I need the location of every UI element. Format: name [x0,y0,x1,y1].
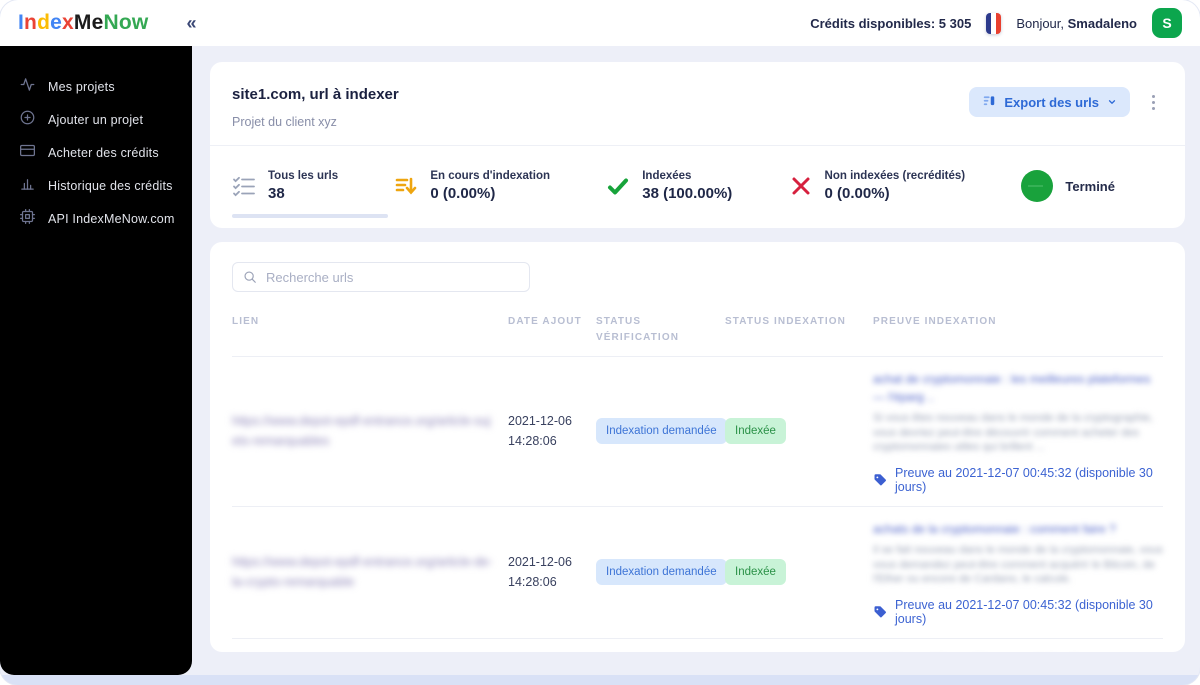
column-header-lien: Lien [232,316,260,327]
preuve-indexation-cell: achats de la cryptomonnaie : comment fai… [873,507,1163,638]
status-circle-icon [1021,170,1054,202]
table-row: https://www.depot-epdf-entrance.org/arti… [232,639,1163,652]
project-summary-card: site1.com, url à indexer Projet du clien… [210,62,1185,228]
logo-letter: N [103,11,119,34]
logo-letter: e [50,11,62,34]
checklist-icon [232,174,256,198]
plus-circle-icon [20,110,35,130]
topbar: IndexMeNow « Crédits disponibles: 5 305 … [0,0,1200,46]
french-flag-icon[interactable] [986,12,1002,34]
proof-excerpt-redacted: Il se fait nouveau dans le monde de la c… [873,543,1163,586]
search-box [232,262,530,292]
main-content: site1.com, url à indexer Projet du clien… [210,46,1185,685]
logo-letter: e [91,11,104,34]
status-indexation-badge: Indexée [725,559,786,586]
export-urls-button[interactable]: Export des urls [969,87,1130,117]
sidebar-item-label: API IndexMeNow.com [48,211,175,226]
status-indexation-badge: Indexée [725,418,786,445]
chevron-down-icon [1108,100,1116,104]
column-header-status-indexation: Status indexation [725,316,846,327]
logo-letter: n [24,11,38,34]
proof-link-label: Preuve au 2021-12-07 00:45:32 (disponibl… [895,465,1153,494]
activity-icon [20,77,35,97]
logo-letter: M [73,11,92,34]
preuve-indexation-cell: quelles sont les meilleures centrales du… [873,639,1163,652]
logo-letter: w [131,11,149,34]
check-icon [606,174,630,198]
user-avatar[interactable]: S [1152,8,1182,38]
table-row: https://www.depot-epdf-entrance.org/arti… [232,357,1163,507]
stat-label: Non indexées (recrédités) [824,170,966,182]
stat-tous-les-urls: Tous les urls 38 [232,170,388,218]
preuve-indexation-cell: achat de cryptomonnaie : les meilleures … [873,357,1163,506]
status-verification-badge: Indexation demandée [596,559,727,586]
search-input[interactable] [266,269,519,285]
stat-termine: Terminé [1021,170,1115,202]
stat-value: 0 (0.00%) [824,185,890,202]
app-window: IndexMeNow « Crédits disponibles: 5 305 … [0,0,1200,685]
sidebar-item-mes-projets[interactable]: Mes projets [0,70,192,103]
sidebar-item-label: Mes projets [48,79,115,94]
url-link-redacted[interactable]: https://www.depot-epdf-entrance.org/arti… [232,552,494,593]
stat-label: Tous les urls [268,170,339,182]
date-ajout-cell: 2021-12-06 14:28:06 [508,414,572,449]
column-header-date-ajout: Date ajout [508,316,582,327]
status-verification-badge: Indexation demandée [596,418,727,445]
user-greeting: Bonjour, Smadaleno [1016,15,1137,31]
cross-icon [789,174,813,198]
proof-link[interactable]: Preuve au 2021-12-07 00:45:32 (disponibl… [873,598,1163,626]
sidebar-item-api[interactable]: API IndexMeNow.com [0,202,192,235]
stat-en-cours-indexation: En cours d'indexation 0 (0.00%) [394,170,550,202]
logo-letter: x [62,11,74,34]
tag-icon [874,606,887,618]
sidebar-item-label: Historique des crédits [48,178,173,193]
proof-title-redacted: achats de la cryptomonnaie : comment fai… [873,521,1116,536]
sidebar-item-acheter-credits[interactable]: Acheter des crédits [0,136,192,169]
credits-available-label: Crédits disponibles: 5 305 [810,15,972,31]
logo-letter: o [118,11,132,34]
sidebar-item-label: Acheter des crédits [48,145,159,160]
stat-value: 38 (100.00%) [642,185,733,202]
column-header-status-verification: Status vérification [596,316,680,343]
proof-excerpt-redacted: Si vous êtes nouveau dans le monde de la… [873,412,1154,454]
url-link-redacted[interactable]: https://www.depot-epdf-entrance.org/arti… [232,411,494,452]
date-ajout-cell: 2021-12-06 14:28:06 [508,555,572,590]
proof-link-label: Preuve au 2021-12-07 00:45:32 (disponibl… [895,597,1153,626]
proof-link[interactable]: Preuve au 2021-12-07 00:45:32 (disponibl… [873,466,1163,494]
stats-row: Tous les urls 38 En cours d'indexation 0… [210,146,1185,228]
sidebar-item-label: Ajouter un projet [48,112,144,127]
export-button-label: Export des urls [1004,94,1099,110]
indexmenow-logo[interactable]: IndexMeNow [18,11,148,35]
indexing-queue-icon [394,174,418,198]
project-subtitle: Projet du client xyz [232,115,337,129]
more-options-button[interactable] [1146,91,1161,114]
tag-icon [874,474,887,486]
sidebar-item-ajouter-projet[interactable]: Ajouter un projet [0,103,192,136]
credit-card-icon [20,143,35,163]
table-row: https://www.depot-epdf-entrance.org/arti… [232,507,1163,639]
stat-indexees: Indexées 38 (100.00%) [606,170,732,202]
status-label: Terminé [1065,178,1115,194]
proof-title-redacted: achat de cryptomonnaie : les meilleures … [873,372,1151,404]
user-name: Smadaleno [1067,15,1137,31]
column-header-preuve-indexation: Preuve indexation [873,316,997,327]
stat-label: En cours d'indexation [430,170,550,182]
search-icon [244,271,256,283]
urls-table-card: Lien Date ajout Status vérification Stat… [210,242,1185,652]
sidebar-collapse-icon[interactable]: « [186,14,196,32]
sidebar-item-historique-credits[interactable]: Historique des crédits [0,169,192,202]
export-icon [982,94,996,111]
stat-label: Indexées [642,170,692,182]
stat-value: 0 (0.00%) [430,185,496,202]
stat-progress-track [232,214,388,218]
stat-non-indexees: Non indexées (recrédités) 0 (0.00%) [789,170,966,202]
sidebar: Mes projets Ajouter un projet Acheter de… [0,46,192,675]
table-header: Lien Date ajout Status vérification Stat… [232,314,1163,357]
page-title: site1.com, url à indexer [232,86,399,103]
stat-value: 38 [268,185,285,202]
cpu-icon [20,208,35,229]
logo-letter: d [37,11,51,34]
bar-chart-icon [20,176,35,196]
